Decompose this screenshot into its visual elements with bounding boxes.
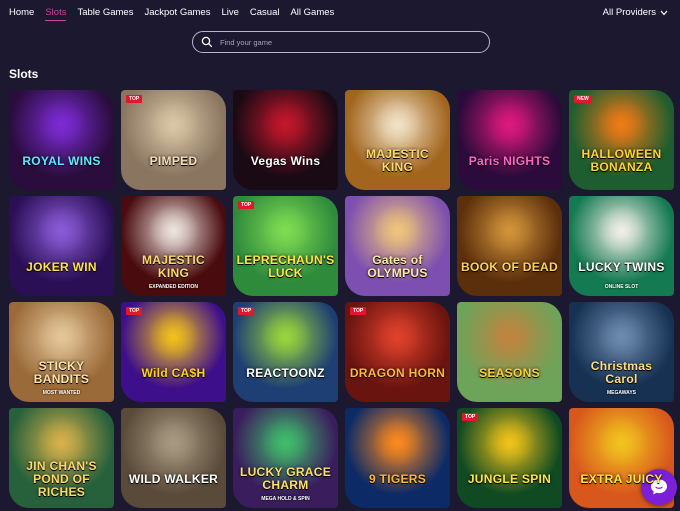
game-artwork bbox=[35, 98, 88, 150]
game-badge: TOP bbox=[126, 307, 143, 315]
game-tile[interactable]: 9 TIGERS bbox=[345, 408, 450, 508]
game-artwork bbox=[371, 416, 424, 468]
providers-dropdown[interactable]: All Providers bbox=[603, 7, 668, 18]
game-title: JUNGLE SPIN bbox=[467, 471, 552, 486]
game-title: STICKY BANDITS bbox=[33, 359, 90, 386]
game-title: 9 TIGERS bbox=[368, 471, 427, 486]
game-badge: NEW bbox=[574, 95, 592, 103]
game-artwork bbox=[259, 204, 312, 256]
game-subtitle: EXPANDED EDITION bbox=[148, 284, 199, 290]
game-artwork bbox=[35, 204, 88, 256]
game-title: LEPRECHAUN'S LUCK bbox=[236, 253, 335, 280]
game-artwork bbox=[483, 310, 536, 362]
game-tile[interactable]: TOP JUNGLE SPIN bbox=[457, 408, 562, 508]
game-tile[interactable]: JIN CHAN'S POND OF RICHES bbox=[9, 408, 114, 508]
game-artwork bbox=[259, 416, 312, 468]
game-artwork bbox=[371, 98, 424, 150]
game-tile[interactable]: MAJESTIC KING EXPANDED EDITION bbox=[121, 196, 226, 296]
game-badge: TOP bbox=[126, 95, 143, 103]
game-tile[interactable]: BOOK OF DEAD bbox=[457, 196, 562, 296]
game-title: HALLOWEEN BONANZA bbox=[581, 147, 662, 174]
game-subtitle: MEGA HOLD & SPIN bbox=[261, 496, 310, 502]
game-tile[interactable]: STICKY BANDITS MOST WANTED bbox=[9, 302, 114, 402]
game-subtitle: MOST WANTED bbox=[42, 390, 81, 396]
game-tile[interactable]: TOP LEPRECHAUN'S LUCK bbox=[233, 196, 338, 296]
game-artwork bbox=[595, 204, 648, 256]
game-artwork bbox=[371, 310, 424, 362]
game-title: Paris NIGHTS bbox=[468, 153, 551, 168]
game-tile[interactable]: WILD WALKER bbox=[121, 408, 226, 508]
game-tile[interactable]: NEW HALLOWEEN BONANZA bbox=[569, 90, 674, 190]
game-title: Gates of OLYMPUS bbox=[367, 253, 428, 280]
game-artwork bbox=[483, 98, 536, 150]
game-title: Vegas Wins bbox=[250, 153, 321, 168]
game-tile[interactable]: Gates of OLYMPUS bbox=[345, 196, 450, 296]
game-title: REACTOONZ bbox=[246, 365, 325, 380]
game-tile[interactable]: Paris NIGHTS bbox=[457, 90, 562, 190]
game-artwork bbox=[259, 98, 312, 150]
game-tile[interactable]: Christmas Carol MEGAWAYS bbox=[569, 302, 674, 402]
chevron-down-icon bbox=[660, 10, 668, 15]
game-title: ROYAL WINS bbox=[22, 153, 101, 168]
game-title: MAJESTIC KING bbox=[365, 147, 430, 174]
game-title: JOKER WIN bbox=[26, 259, 97, 274]
game-artwork bbox=[595, 416, 648, 468]
game-badge: TOP bbox=[462, 413, 479, 421]
game-artwork bbox=[147, 416, 200, 468]
nav-item-live[interactable]: Live bbox=[221, 7, 238, 19]
game-title: BOOK OF DEAD bbox=[461, 259, 558, 274]
game-tile[interactable]: TOP DRAGON HORN bbox=[345, 302, 450, 402]
game-tile[interactable]: TOP REACTOONZ bbox=[233, 302, 338, 402]
providers-label: All Providers bbox=[602, 7, 656, 18]
game-tile[interactable]: TOP Wild CA$H bbox=[121, 302, 226, 402]
game-title: EXTRA JUICY bbox=[580, 471, 663, 486]
game-tile[interactable]: LUCKY TWINS ONLINE SLOT bbox=[569, 196, 674, 296]
nav-item-all-games[interactable]: All Games bbox=[290, 7, 334, 19]
game-title: JIN CHAN'S POND OF RICHES bbox=[26, 458, 97, 499]
game-title: LUCKY GRACE CHARM bbox=[239, 465, 332, 492]
game-artwork bbox=[147, 98, 200, 150]
game-subtitle: MEGAWAYS bbox=[607, 390, 636, 396]
search-bar[interactable] bbox=[192, 31, 490, 53]
game-subtitle: ONLINE SLOT bbox=[604, 284, 639, 290]
game-artwork bbox=[259, 310, 312, 362]
game-tile[interactable]: LUCKY GRACE CHARM MEGA HOLD & SPIN bbox=[233, 408, 338, 508]
game-artwork bbox=[483, 416, 536, 468]
game-title: Wild CA$H bbox=[141, 365, 206, 380]
game-badge: TOP bbox=[238, 201, 255, 209]
nav-item-table-games[interactable]: Table Games bbox=[77, 7, 133, 19]
game-artwork bbox=[35, 310, 88, 362]
search-icon bbox=[201, 36, 213, 48]
game-artwork bbox=[483, 204, 536, 256]
game-artwork bbox=[595, 98, 648, 150]
game-title: PIMPED bbox=[149, 153, 198, 168]
search-input[interactable] bbox=[220, 37, 480, 47]
game-tile[interactable]: MAJESTIC KING bbox=[345, 90, 450, 190]
game-title: LUCKY TWINS bbox=[578, 259, 665, 274]
game-tile[interactable]: JOKER WIN bbox=[9, 196, 114, 296]
game-tile[interactable]: ROYAL WINS bbox=[9, 90, 114, 190]
nav-item-casual[interactable]: Casual bbox=[250, 7, 280, 19]
game-artwork bbox=[147, 310, 200, 362]
game-badge: TOP bbox=[350, 307, 367, 315]
game-tile[interactable]: SEASONS bbox=[457, 302, 562, 402]
game-title: MAJESTIC KING bbox=[141, 253, 206, 280]
game-tile[interactable]: Vegas Wins bbox=[233, 90, 338, 190]
game-title: Christmas Carol bbox=[590, 359, 653, 386]
game-artwork bbox=[371, 204, 424, 256]
game-title: WILD WALKER bbox=[128, 471, 219, 486]
game-badge: TOP bbox=[238, 307, 255, 315]
games-grid: ROYAL WINS TOP PIMPED Vegas Wins MAJESTIC KI… bbox=[9, 90, 674, 508]
nav-item-jackpot-games[interactable]: Jackpot Games bbox=[144, 7, 210, 19]
game-artwork bbox=[595, 310, 648, 362]
game-title: SEASONS bbox=[479, 365, 540, 380]
nav-item-slots[interactable]: Slots bbox=[45, 7, 67, 21]
game-artwork bbox=[147, 204, 200, 256]
game-tile[interactable]: TOP PIMPED bbox=[121, 90, 226, 190]
nav-item-home[interactable]: Home bbox=[9, 7, 34, 19]
section-title: Slots bbox=[9, 67, 39, 81]
game-title: DRAGON HORN bbox=[349, 365, 446, 380]
top-navigation: Home Slots Table Games Jackpot Games Live Cas… bbox=[0, 0, 680, 26]
